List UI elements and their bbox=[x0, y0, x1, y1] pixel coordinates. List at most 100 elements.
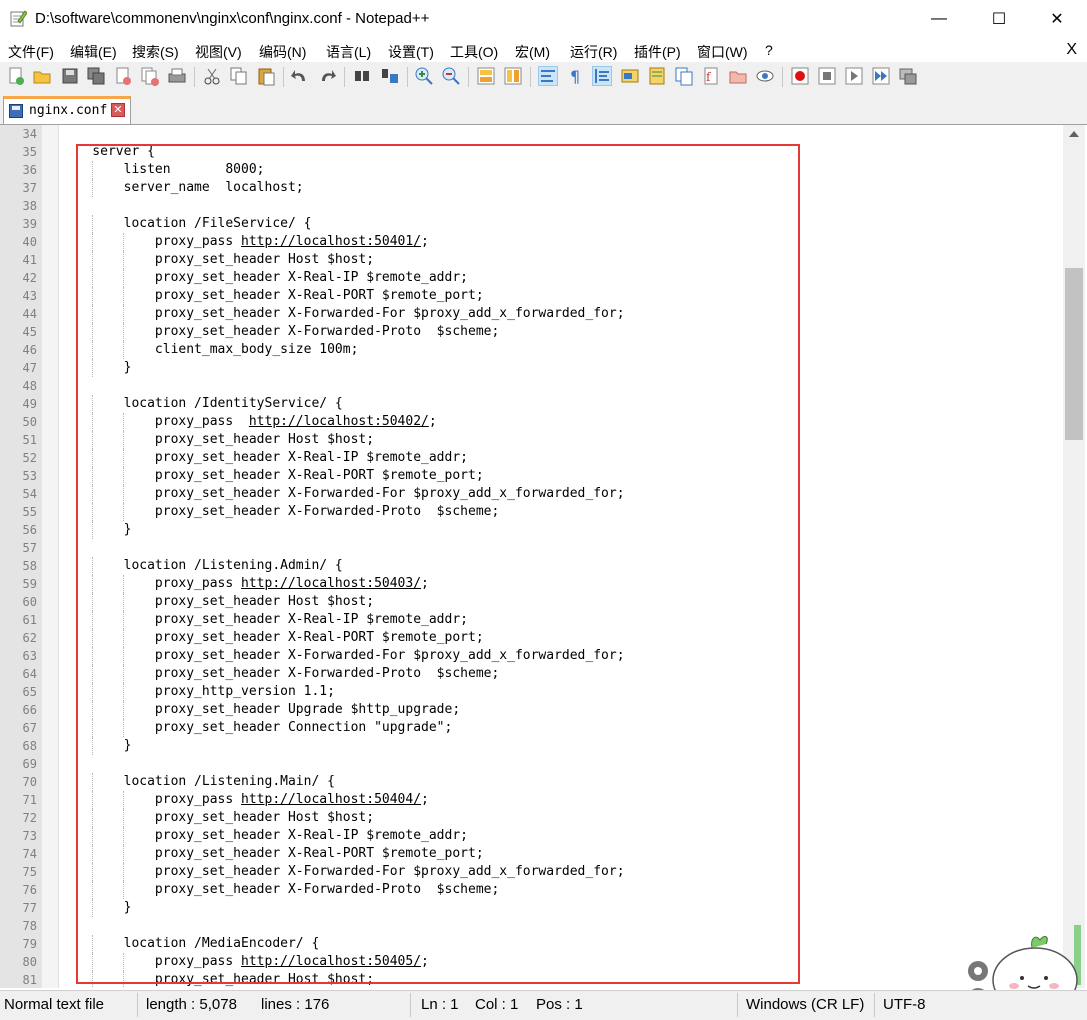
code-line[interactable]: 65 proxy_http_version 1.1; bbox=[0, 683, 1063, 701]
code-text[interactable]: proxy_set_header X-Real-IP $remote_addr; bbox=[61, 449, 468, 467]
code-line[interactable]: 64 proxy_set_header X-Forwarded-Proto $s… bbox=[0, 665, 1063, 683]
code-text[interactable]: location /MediaEncoder/ { bbox=[61, 935, 320, 953]
code-text[interactable]: location /Listening.Main/ { bbox=[61, 773, 335, 791]
code-line[interactable]: 80 proxy_pass http://localhost:50405/; bbox=[0, 953, 1063, 971]
undo-icon[interactable] bbox=[290, 66, 310, 86]
code-text[interactable]: proxy_pass http://localhost:50405/; bbox=[61, 953, 429, 971]
vertical-scrollbar[interactable] bbox=[1063, 125, 1085, 988]
code-line[interactable]: 45 proxy_set_header X-Forwarded-Proto $s… bbox=[0, 323, 1063, 341]
code-text[interactable]: proxy_set_header X-Forwarded-For $proxy_… bbox=[61, 305, 625, 323]
url-link[interactable]: http://localhost:50401/ bbox=[241, 234, 421, 249]
code-line[interactable]: 46 client_max_body_size 100m; bbox=[0, 341, 1063, 359]
code-line[interactable]: 79 location /MediaEncoder/ { bbox=[0, 935, 1063, 953]
code-line[interactable]: 36 listen 8000; bbox=[0, 161, 1063, 179]
close-window-button[interactable]: ✕ bbox=[1034, 0, 1080, 38]
code-lines[interactable]: 34 35 server {36 listen 8000; 37 server_na… bbox=[0, 125, 1063, 988]
code-text[interactable]: proxy_set_header X-Real-IP $remote_addr; bbox=[61, 269, 468, 287]
code-text[interactable]: server_name localhost; bbox=[61, 179, 304, 197]
code-text[interactable]: proxy_http_version 1.1; bbox=[61, 683, 335, 701]
code-text[interactable]: location /Listening.Admin/ { bbox=[61, 557, 343, 575]
sync-horizontal-icon[interactable] bbox=[503, 66, 523, 86]
code-line[interactable]: 54 proxy_set_header X-Forwarded-For $pro… bbox=[0, 485, 1063, 503]
close-all-icon[interactable] bbox=[140, 66, 160, 86]
code-line[interactable]: 75 proxy_set_header X-Forwarded-For $pro… bbox=[0, 863, 1063, 881]
code-text[interactable]: listen 8000; bbox=[61, 161, 265, 179]
save-icon[interactable] bbox=[60, 66, 80, 86]
code-line[interactable]: 48 bbox=[0, 377, 1063, 395]
code-line[interactable]: 37 server_name localhost; bbox=[0, 179, 1063, 197]
code-line[interactable]: 40 proxy_pass http://localhost:50401/; bbox=[0, 233, 1063, 251]
code-line[interactable]: 47 } bbox=[0, 359, 1063, 377]
user-language-icon[interactable] bbox=[620, 66, 640, 86]
code-text[interactable]: proxy_set_header Host $host; bbox=[61, 431, 374, 449]
tab-close-icon[interactable]: ✕ bbox=[111, 103, 125, 117]
code-text[interactable]: } bbox=[61, 737, 132, 755]
code-text[interactable]: proxy_set_header X-Real-IP $remote_addr; bbox=[61, 827, 468, 845]
code-text[interactable]: proxy_set_header X-Forwarded-Proto $sche… bbox=[61, 323, 499, 341]
indent-guide-icon[interactable] bbox=[592, 66, 612, 86]
function-list-icon[interactable] bbox=[674, 66, 694, 86]
word-wrap-icon[interactable] bbox=[538, 66, 558, 86]
save-macro-icon[interactable] bbox=[898, 66, 918, 86]
copy-icon[interactable] bbox=[229, 66, 249, 86]
code-line[interactable]: 59 proxy_pass http://localhost:50403/; bbox=[0, 575, 1063, 593]
code-line[interactable]: 61 proxy_set_header X-Real-IP $remote_ad… bbox=[0, 611, 1063, 629]
code-line[interactable]: 63 proxy_set_header X-Forwarded-For $pro… bbox=[0, 647, 1063, 665]
code-line[interactable]: 35 server { bbox=[0, 143, 1063, 161]
code-line[interactable]: 38 bbox=[0, 197, 1063, 215]
code-text[interactable]: proxy_set_header Connection "upgrade"; bbox=[61, 719, 452, 737]
folder-workspace-icon[interactable]: f bbox=[701, 66, 721, 86]
code-text[interactable]: proxy_set_header X-Real-IP $remote_addr; bbox=[61, 611, 468, 629]
code-text[interactable]: server { bbox=[61, 143, 155, 161]
cut-icon[interactable] bbox=[202, 66, 222, 86]
code-line[interactable]: 62 proxy_set_header X-Real-PORT $remote_… bbox=[0, 629, 1063, 647]
code-line[interactable]: 57 bbox=[0, 539, 1063, 557]
code-text[interactable]: proxy_set_header Host $host; bbox=[61, 251, 374, 269]
code-text[interactable]: proxy_set_header X-Forwarded-For $proxy_… bbox=[61, 647, 625, 665]
code-text[interactable]: proxy_pass http://localhost:50404/; bbox=[61, 791, 429, 809]
code-text[interactable]: proxy_set_header Host $host; bbox=[61, 593, 374, 611]
code-text[interactable]: proxy_pass http://localhost:50402/; bbox=[61, 413, 437, 431]
code-text[interactable]: proxy_set_header X-Real-PORT $remote_por… bbox=[61, 845, 484, 863]
show-all-chars-icon[interactable]: ¶ bbox=[565, 66, 585, 86]
code-line[interactable]: 41 proxy_set_header Host $host; bbox=[0, 251, 1063, 269]
menu-macro[interactable]: 宏(M) bbox=[515, 42, 550, 62]
code-text[interactable]: } bbox=[61, 359, 132, 377]
code-line[interactable]: 52 proxy_set_header X-Real-IP $remote_ad… bbox=[0, 449, 1063, 467]
code-line[interactable]: 71 proxy_pass http://localhost:50404/; bbox=[0, 791, 1063, 809]
url-link[interactable]: http://localhost:50403/ bbox=[241, 576, 421, 591]
code-line[interactable]: 67 proxy_set_header Connection "upgrade"… bbox=[0, 719, 1063, 737]
sync-vertical-icon[interactable] bbox=[476, 66, 496, 86]
code-text[interactable]: proxy_set_header X-Forwarded-For $proxy_… bbox=[61, 863, 625, 881]
code-text[interactable]: proxy_set_header X-Forwarded-Proto $sche… bbox=[61, 881, 499, 899]
redo-icon[interactable] bbox=[317, 66, 337, 86]
code-line[interactable]: 66 proxy_set_header Upgrade $http_upgrad… bbox=[0, 701, 1063, 719]
menu-edit[interactable]: 编辑(E) bbox=[70, 42, 117, 62]
scrollbar-thumb[interactable] bbox=[1065, 268, 1083, 440]
tab-nginx-conf[interactable]: nginx.conf ✕ bbox=[3, 96, 131, 124]
stop-macro-icon[interactable] bbox=[817, 66, 837, 86]
code-text[interactable]: proxy_set_header X-Real-PORT $remote_por… bbox=[61, 287, 484, 305]
scroll-up-arrow-icon[interactable] bbox=[1069, 131, 1079, 137]
code-text[interactable]: proxy_set_header Upgrade $http_upgrade; bbox=[61, 701, 460, 719]
menu-help[interactable]: ? bbox=[765, 42, 773, 58]
code-text[interactable]: proxy_pass http://localhost:50403/; bbox=[61, 575, 429, 593]
editor[interactable]: 34 35 server {36 listen 8000; 37 server_na… bbox=[0, 125, 1087, 988]
menu-run[interactable]: 运行(R) bbox=[570, 42, 617, 62]
replace-icon[interactable] bbox=[380, 66, 400, 86]
code-line[interactable]: 50 proxy_pass http://localhost:50402/; bbox=[0, 413, 1063, 431]
code-line[interactable]: 34 bbox=[0, 125, 1063, 143]
zoom-out-icon[interactable] bbox=[441, 66, 461, 86]
zoom-in-icon[interactable] bbox=[414, 66, 434, 86]
code-line[interactable]: 81 proxy_set_header Host $host; bbox=[0, 971, 1063, 988]
code-line[interactable]: 44 proxy_set_header X-Forwarded-For $pro… bbox=[0, 305, 1063, 323]
find-icon[interactable] bbox=[352, 66, 372, 86]
code-text[interactable]: proxy_set_header X-Real-PORT $remote_por… bbox=[61, 467, 484, 485]
code-text[interactable]: proxy_pass http://localhost:50401/; bbox=[61, 233, 429, 251]
play-macro-icon[interactable] bbox=[844, 66, 864, 86]
menu-file[interactable]: 文件(F) bbox=[8, 42, 54, 62]
code-line[interactable]: 43 proxy_set_header X-Real-PORT $remote_… bbox=[0, 287, 1063, 305]
open-file-icon[interactable] bbox=[32, 66, 52, 86]
code-text[interactable]: proxy_set_header X-Forwarded-For $proxy_… bbox=[61, 485, 625, 503]
monitoring-icon[interactable] bbox=[728, 66, 748, 86]
